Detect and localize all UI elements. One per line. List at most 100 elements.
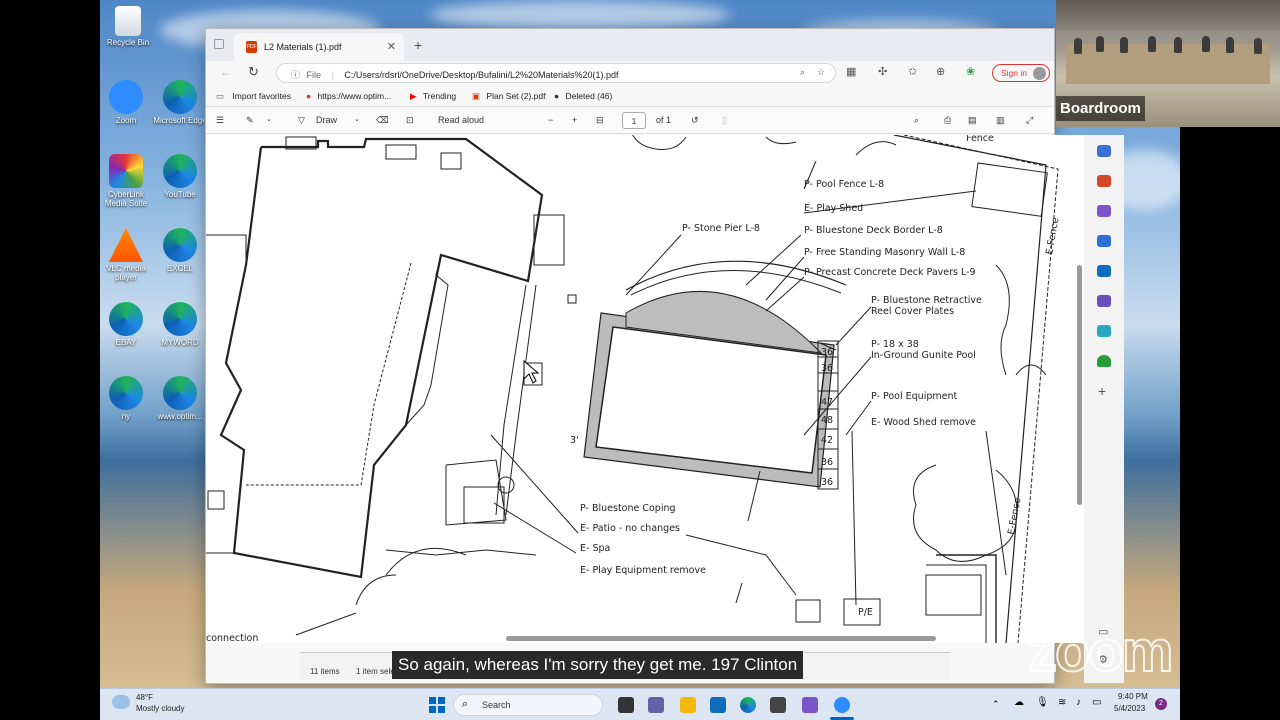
paver-36b: 36 xyxy=(821,363,833,374)
zoom-in-icon[interactable]: + xyxy=(572,115,577,125)
zoom-taskbar-icon[interactable] xyxy=(834,697,850,713)
horizontal-scrollbar[interactable] xyxy=(506,636,936,641)
volume-icon[interactable]: ♪ xyxy=(1076,697,1081,708)
wifi-icon[interactable]: ≋ xyxy=(1058,697,1066,708)
favorite-trending[interactable]: ▶ Trending xyxy=(410,91,456,102)
tab-l2-materials[interactable]: PDF L2 Materials (1).pdf ✕ xyxy=(234,33,404,61)
edge-icon[interactable] xyxy=(740,697,756,713)
favorite-label: https://www.optim... xyxy=(317,91,392,101)
file-explorer-icon[interactable] xyxy=(680,697,696,713)
office-icon[interactable] xyxy=(1097,295,1111,307)
address-bar[interactable]: ⓘ File | C:/Users/rdsrl/OneDrive/Desktop… xyxy=(276,63,836,83)
back-icon[interactable]: ← xyxy=(220,65,232,79)
chevron-up-icon[interactable]: ⌃ xyxy=(992,699,1000,710)
page-number-input[interactable]: 1 xyxy=(622,112,646,129)
edge-shortcut[interactable]: Microsoft Edge xyxy=(152,80,208,125)
text-box-icon[interactable]: ⊡ xyxy=(406,115,414,126)
import-favorites[interactable]: ▭ Import favorites xyxy=(216,91,291,102)
fullscreen-icon[interactable]: ⤢ xyxy=(1026,115,1033,126)
pool-size-label: P- 18 x 38 xyxy=(871,339,919,350)
add-sidebar-icon[interactable]: + xyxy=(1098,383,1106,399)
youtube-shortcut[interactable]: YouTube xyxy=(152,154,208,199)
pdf-viewer[interactable]: 36 36 47 48 42 36 36 3' Fence P- Pool Fe… xyxy=(206,135,1084,643)
edge-icon xyxy=(163,80,197,114)
participant-figure xyxy=(1148,36,1156,52)
weather-icon[interactable] xyxy=(112,695,130,709)
extensions-icon[interactable]: ▦ xyxy=(846,65,856,78)
import-icon: ▭ xyxy=(216,91,225,101)
participant-figure xyxy=(1174,37,1182,53)
erase-icon[interactable]: ⌫ xyxy=(376,115,389,126)
cyberlink-shortcut[interactable]: CyberLink Media Suite xyxy=(100,154,154,208)
read-aloud-button[interactable]: Read aloud xyxy=(438,115,484,125)
chevron-down-icon[interactable]: ⌄ xyxy=(266,115,272,123)
clock-time[interactable]: 9:40 PM xyxy=(1118,692,1148,701)
games-icon[interactable] xyxy=(1097,235,1111,247)
collections-icon[interactable]: ⊕ xyxy=(936,65,945,78)
recycle-bin-shortcut[interactable]: Recycle Bin xyxy=(100,6,156,47)
favorites-icon[interactable]: ✩ xyxy=(908,65,917,78)
highlight-icon[interactable]: ✎ xyxy=(246,115,254,126)
favorite-star-icon[interactable]: ☆ xyxy=(817,67,825,78)
shopping-icon[interactable] xyxy=(1097,175,1111,187)
teams-icon[interactable] xyxy=(648,697,664,713)
search-icon[interactable]: ⌕ xyxy=(914,115,919,126)
pool-fence-label: P- Pool Fence L-8 xyxy=(804,179,884,190)
refresh-icon[interactable]: ↻ xyxy=(248,64,259,80)
close-tab-icon[interactable]: ✕ xyxy=(387,40,396,53)
favorite-deleted[interactable]: ● Deleted (46) xyxy=(554,91,612,101)
microphone-icon[interactable]: 🎙 xyxy=(1036,697,1049,708)
sign-in-label: Sign in xyxy=(1001,68,1027,78)
print-icon[interactable]: ⎙ xyxy=(944,115,951,126)
puzzle-icon[interactable]: ✣ xyxy=(878,65,887,78)
tab-actions-icon[interactable] xyxy=(214,39,224,49)
optim-shortcut[interactable]: www.optim... xyxy=(152,376,208,421)
excel-shortcut[interactable]: EXCEL xyxy=(152,228,208,273)
clock-date[interactable]: 5/4/2023 xyxy=(1114,704,1145,713)
favorite-plan-set[interactable]: ▣ Plan Set (2).pdf xyxy=(472,91,545,102)
zoom-shortcut[interactable]: Zoom xyxy=(100,80,154,125)
send-icon[interactable] xyxy=(1097,325,1111,337)
save-icon[interactable]: ▤ xyxy=(968,115,977,126)
windows-logo-icon xyxy=(438,697,445,704)
start-button[interactable] xyxy=(429,697,445,713)
myword-shortcut[interactable]: MYWORD xyxy=(152,302,208,347)
two-page-icon[interactable]: ▯ xyxy=(722,115,727,126)
copilot-icon[interactable] xyxy=(802,697,818,713)
ebay-shortcut[interactable]: EBAY xyxy=(100,302,154,347)
rotate-icon[interactable]: ↺ xyxy=(691,115,699,126)
fit-page-icon[interactable]: ⊟ xyxy=(596,115,604,126)
favorite-optim[interactable]: ● https://www.optim... xyxy=(306,91,391,101)
favorite-label: Trending xyxy=(422,91,457,101)
new-tab-icon[interactable]: + xyxy=(414,37,422,53)
contents-icon[interactable]: ☰ xyxy=(216,115,224,126)
save-as-icon[interactable]: ▥ xyxy=(996,115,1005,126)
ny-shortcut[interactable]: ny xyxy=(100,376,154,421)
avatar xyxy=(1033,67,1046,80)
tree-icon[interactable] xyxy=(1097,355,1111,367)
vertical-scrollbar[interactable] xyxy=(1077,265,1082,505)
task-view-icon[interactable] xyxy=(618,697,634,713)
paver-36c: 36 xyxy=(821,457,833,468)
notification-badge[interactable]: 2 xyxy=(1155,698,1167,710)
tools-icon[interactable] xyxy=(1097,205,1111,217)
battery-icon[interactable]: ▭ xyxy=(1092,697,1101,708)
spa-label: E- Spa xyxy=(580,543,610,554)
search-box[interactable]: ⌕ Search xyxy=(453,694,603,716)
bing-chat-icon[interactable] xyxy=(1097,145,1111,157)
chevron-down-icon[interactable]: ⌄ xyxy=(354,115,360,123)
zoom-out-icon[interactable]: − xyxy=(548,115,553,125)
draw-icon[interactable]: ▽ xyxy=(298,115,305,126)
mail-icon[interactable] xyxy=(710,697,726,713)
network-icon[interactable]: ☁ xyxy=(1014,697,1024,708)
zoom-participant-video[interactable]: Boardroom xyxy=(1056,0,1280,127)
copilot-icon[interactable]: ❀ xyxy=(966,65,975,78)
outlook-icon[interactable] xyxy=(1097,265,1111,277)
draw-button[interactable]: Draw xyxy=(316,115,337,125)
participant-figure xyxy=(1254,38,1262,54)
edge-icon xyxy=(109,376,143,410)
vlc-shortcut[interactable]: VLC media player xyxy=(100,228,154,282)
store-icon[interactable] xyxy=(770,697,786,713)
zoom-icon-address[interactable]: ⌕ xyxy=(800,67,805,78)
sign-in-button[interactable]: Sign in xyxy=(992,64,1050,82)
